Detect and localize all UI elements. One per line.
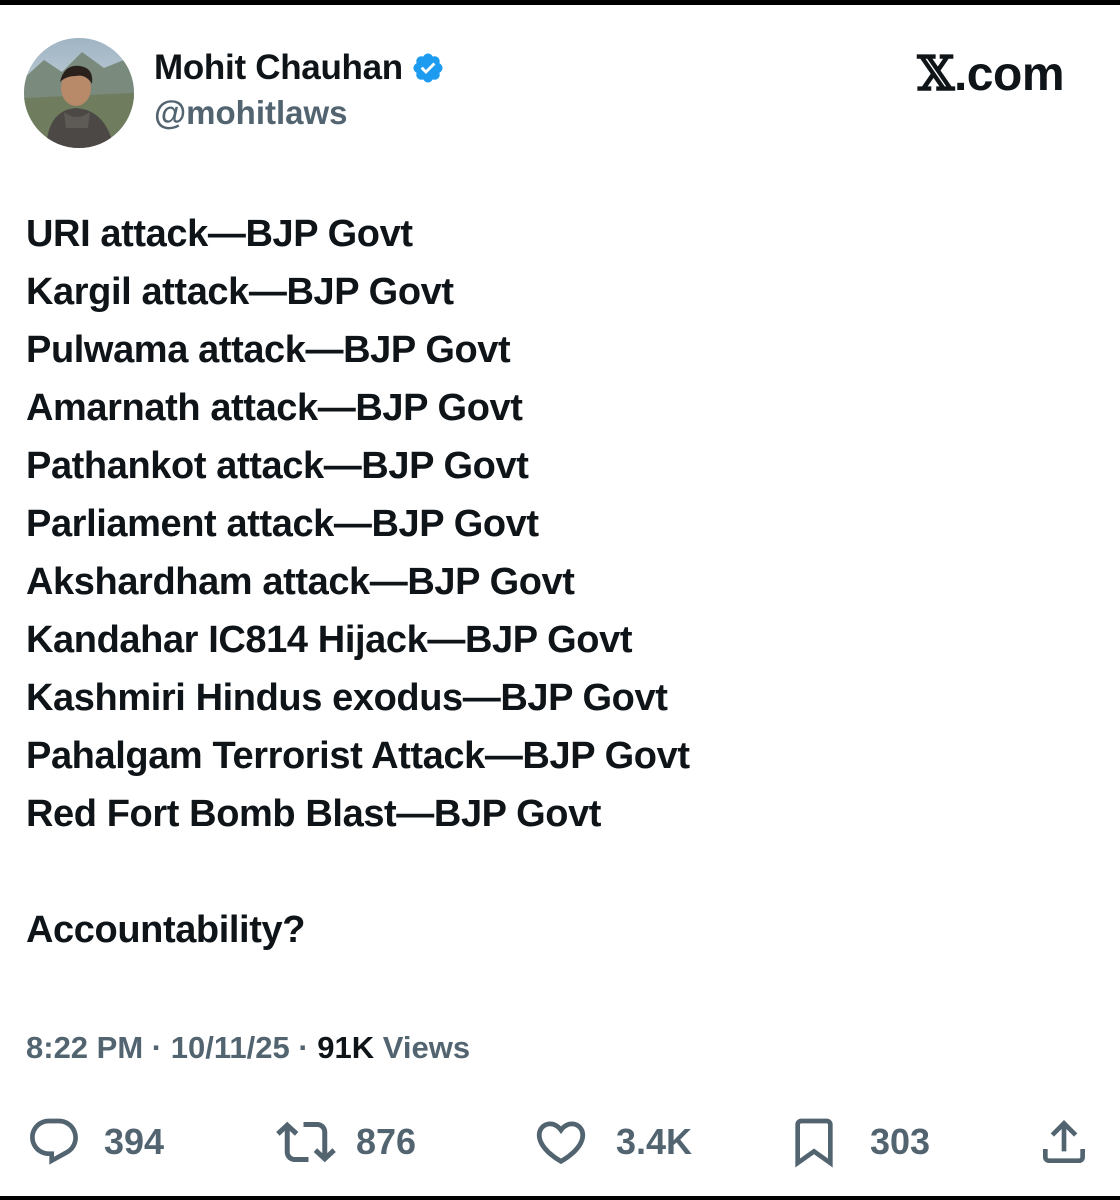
views-label: Views (382, 1030, 471, 1065)
author-name-row: Mohit Chauhan (154, 46, 445, 90)
site-suffix: .com (953, 48, 1065, 101)
share-icon (1043, 1120, 1085, 1163)
tweet-date[interactable]: 10/11/25 (171, 1030, 290, 1065)
tweet-line: Red Fort Bomb Blast—BJP Govt (26, 793, 602, 835)
tweet-line: Pahalgam Terrorist Attack—BJP Govt (26, 735, 690, 777)
tweet-line: Parliament attack—BJP Govt (26, 503, 539, 545)
share-button[interactable] (1036, 1110, 1092, 1174)
x-com-logo: 𝕏.com (917, 46, 1064, 102)
avatar-image (24, 38, 134, 148)
tweet-text: URI attack—BJP Govt Kargil attack—BJP Go… (26, 205, 1086, 959)
author-handle[interactable]: @mohitlaws (154, 94, 445, 132)
top-border (0, 0, 1120, 5)
tweet-header: Mohit Chauhan @mohitlaws 𝕏.com (24, 38, 1096, 148)
bottom-border (0, 1196, 1120, 1200)
repost-icon (276, 1121, 336, 1163)
reply-icon (30, 1118, 78, 1165)
avatar[interactable] (24, 38, 134, 148)
reply-button[interactable]: 394 (26, 1110, 164, 1174)
meta-separator: · (298, 1030, 309, 1065)
x-logo-icon: 𝕏 (917, 46, 954, 102)
author-display-name[interactable]: Mohit Chauhan (154, 48, 403, 88)
tweet-line: Akshardham attack—BJP Govt (26, 561, 575, 603)
tweet-line: Pathankot attack—BJP Govt (26, 445, 529, 487)
bookmark-button[interactable]: 303 (786, 1110, 930, 1174)
heart-icon (536, 1121, 586, 1165)
tweet-meta: 8:22 PM · 10/11/25 · 91K Views (26, 1030, 470, 1066)
tweet-question: Accountability? (26, 909, 306, 951)
reply-count: 394 (104, 1121, 165, 1162)
bookmark-icon (795, 1118, 833, 1168)
tweet-line: Kashmiri Hindus exodus—BJP Govt (26, 677, 668, 719)
repost-button[interactable]: 876 (276, 1110, 416, 1174)
tweet-line: URI attack—BJP Govt (26, 213, 413, 255)
tweet-line: Kandahar IC814 Hijack—BJP Govt (26, 619, 633, 661)
tweet-actions: 394 876 3.4K 303 (26, 1110, 1096, 1174)
tweet-line: Kargil attack—BJP Govt (26, 271, 454, 313)
meta-separator: · (151, 1030, 163, 1065)
tweet-line: Pulwama attack—BJP Govt (26, 329, 511, 371)
repost-count: 876 (356, 1121, 417, 1162)
like-count: 3.4K (616, 1121, 693, 1162)
tweet-time[interactable]: 8:22 PM (26, 1030, 143, 1065)
verified-badge-icon[interactable] (411, 51, 445, 85)
tweet-line: Amarnath attack—BJP Govt (26, 387, 523, 429)
like-button[interactable]: 3.4K (532, 1110, 692, 1174)
bookmark-count: 303 (870, 1121, 931, 1162)
views-count[interactable]: 91K (317, 1030, 374, 1065)
author-identity: Mohit Chauhan @mohitlaws (154, 46, 445, 132)
